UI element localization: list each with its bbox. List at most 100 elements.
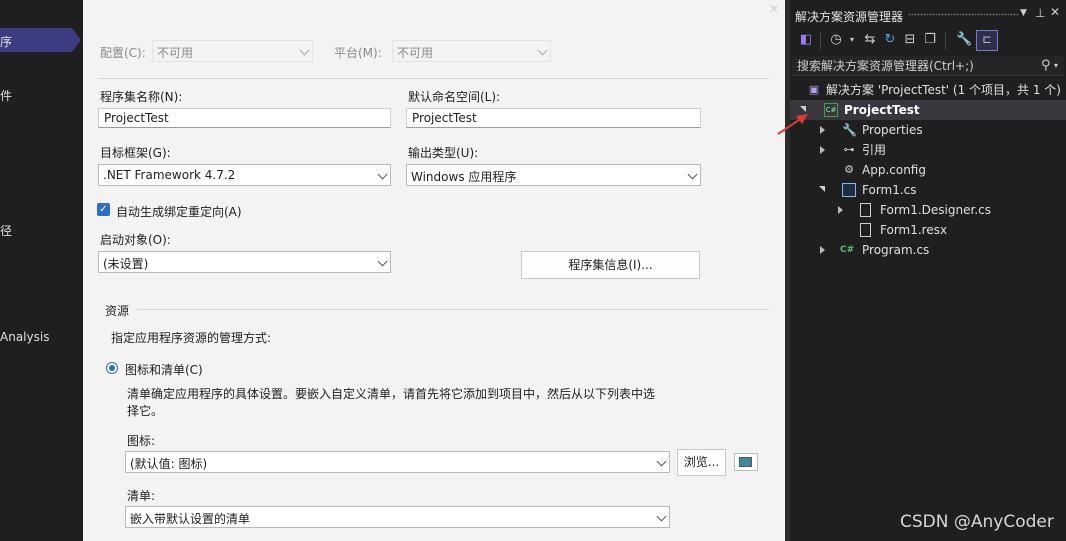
target-framework-dropdown[interactable]: .NET Framework 4.7.2 — [98, 164, 391, 186]
close-icon[interactable]: ✕ — [1050, 5, 1060, 19]
chevron-down-icon — [656, 511, 667, 522]
dropdown-menu-icon[interactable]: ▼ — [1020, 8, 1027, 18]
assembly-name-label: 程序集名称(N): — [100, 90, 183, 104]
properties-wrench-icon[interactable]: 🔧 — [956, 32, 972, 48]
file-icon — [860, 223, 871, 237]
tree-properties-node[interactable]: 🔧 Properties — [790, 120, 1066, 140]
config-file-icon: ⚙ — [844, 163, 854, 176]
manifest-help-line1: 清单确定应用程序的具体设置。要嵌入自定义清单，请首先将它添加到项目中，然后从以下… — [127, 387, 656, 401]
auto-binding-checkbox[interactable]: ✓ — [97, 203, 110, 216]
manifest-value: 嵌入带默认设置的清单 — [130, 512, 251, 526]
sync-icon[interactable]: ⇆ — [862, 32, 878, 48]
vs-switch-view-icon[interactable]: ◧ — [798, 32, 814, 48]
project-properties-panel: 配置(C): 不可用 平台(M): 不可用 程序集名称(N): ProjectT… — [83, 0, 785, 541]
assembly-info-button[interactable]: 程序集信息(I)... — [521, 251, 700, 279]
title-grip — [908, 13, 1018, 16]
output-type-dropdown[interactable]: Windows 应用程序 — [406, 164, 701, 186]
close-icon[interactable]: ✕ — [769, 2, 779, 16]
solution-search-input[interactable]: 搜索解决方案资源管理器(Ctrl+;) — [792, 56, 1064, 76]
default-namespace-input[interactable]: ProjectTest — [406, 108, 701, 128]
tree-form1-designer-node[interactable]: Form1.Designer.cs — [790, 200, 1066, 220]
chevron-down-icon — [687, 169, 698, 180]
manifest-dropdown[interactable]: 嵌入带默认设置的清单 — [125, 506, 670, 528]
history-icon[interactable]: ◷ — [828, 32, 844, 48]
file-icon — [860, 203, 871, 217]
chevron-down-icon — [377, 256, 388, 267]
config-dropdown[interactable]: 不可用 — [152, 40, 313, 62]
tree-form1-designer-label: Form1.Designer.cs — [880, 203, 991, 217]
output-type-value: Windows 应用程序 — [411, 170, 517, 184]
platform-dropdown[interactable]: 不可用 — [392, 40, 551, 62]
toolbar-separator — [820, 32, 821, 50]
tree-project-node[interactable]: C# ProjectTest — [790, 100, 1066, 120]
chevron-down-icon — [537, 45, 548, 56]
assembly-name-input[interactable]: ProjectTest — [98, 108, 391, 128]
tree-form1-label: Form1.cs — [862, 183, 917, 197]
chevron-down-icon — [656, 456, 667, 467]
icon-dropdown[interactable]: (默认值: 图标) — [125, 451, 670, 473]
resources-header: 资源 — [105, 304, 130, 318]
chevron-down-icon[interactable]: ▾ — [844, 32, 860, 48]
search-icon[interactable]: ⚲ — [1041, 58, 1051, 73]
tree-form1-resx-label: Form1.resx — [880, 223, 948, 237]
tree-solution-label: 解决方案 'ProjectTest' (1 个项目，共 1 个) — [826, 83, 1061, 97]
tree-appconfig-label: App.config — [862, 163, 926, 177]
output-type-label: 输出类型(U): — [408, 146, 479, 160]
refresh-icon[interactable]: ↻ — [882, 32, 898, 48]
collapse-all-icon[interactable]: ⊟ — [902, 32, 918, 48]
nav-selected-pointer — [72, 28, 81, 52]
tree-appconfig-node[interactable]: ⚙ App.config — [790, 160, 1066, 180]
tree-references-node[interactable]: ⊶ 引用 — [790, 140, 1066, 160]
manifest-help-line2: 择它。 — [127, 404, 164, 418]
startup-object-dropdown[interactable]: (未设置) — [98, 251, 391, 273]
nav-item-code-analysis[interactable]: Analysis — [0, 330, 49, 344]
config-label: 配置(C): — [100, 46, 146, 60]
show-all-files-icon[interactable]: ❐ — [922, 32, 938, 48]
auto-binding-label: 自动生成绑定重定向(A) — [116, 205, 242, 219]
resources-divider — [137, 309, 769, 310]
toolbar-separator — [945, 32, 946, 50]
chevron-down-icon — [299, 45, 310, 56]
nav-item-application[interactable]: 序 — [0, 33, 12, 50]
startup-object-label: 启动对象(O): — [100, 233, 171, 247]
tree-program-label: Program.cs — [862, 243, 930, 257]
icon-label: 图标: — [127, 434, 156, 448]
tree-form1-node[interactable]: Form1.cs — [790, 180, 1066, 200]
tree-program-node[interactable]: C# Program.cs — [790, 240, 1066, 260]
tree-solution-node[interactable]: ▣ 解决方案 'ProjectTest' (1 个项目，共 1 个) — [790, 80, 1066, 100]
chevron-down-icon — [377, 169, 388, 180]
form-icon — [842, 183, 856, 197]
csharp-project-icon: C# — [824, 103, 838, 117]
left-navigation: 序 件 径 Analysis — [0, 0, 83, 541]
window-icon — [739, 457, 752, 467]
nav-item-build-events[interactable]: 件 — [0, 87, 12, 104]
solution-explorer: 解决方案资源管理器 ▼ ⊥ ✕ ◧ ◷ ▾ ⇆ ↻ ⊟ ❐ 🔧 ⊏ 搜索解决方案… — [790, 0, 1066, 541]
chevron-down-icon[interactable]: ▾ — [1054, 61, 1058, 70]
browse-button[interactable]: 浏览... — [677, 449, 726, 476]
platform-label: 平台(M): — [334, 46, 382, 60]
expanded-arrow-icon[interactable] — [819, 186, 825, 192]
solution-toolbar: ◧ ◷ ▾ ⇆ ↻ ⊟ ❐ 🔧 ⊏ — [790, 28, 1066, 54]
tree-project-label: ProjectTest — [844, 103, 920, 117]
pin-icon[interactable]: ⊥ — [1035, 6, 1045, 20]
tree-form1-resx-node[interactable]: Form1.resx — [790, 220, 1066, 240]
collapsed-arrow-icon[interactable] — [838, 206, 843, 214]
resources-description: 指定应用程序资源的管理方式: — [111, 331, 272, 345]
solution-icon: ▣ — [808, 83, 820, 96]
target-framework-value: .NET Framework 4.7.2 — [103, 168, 236, 182]
tree-properties-label: Properties — [862, 123, 923, 137]
default-namespace-label: 默认命名空间(L): — [408, 90, 501, 104]
icon-manifest-radio[interactable] — [106, 362, 118, 374]
config-value: 不可用 — [157, 46, 194, 60]
preview-selected-icon[interactable]: ⊏ — [976, 30, 998, 51]
icon-value: (默认值: 图标) — [130, 457, 208, 471]
collapsed-arrow-icon[interactable] — [820, 126, 825, 134]
solution-explorer-title: 解决方案资源管理器 — [795, 10, 904, 24]
target-framework-label: 目标框架(G): — [100, 146, 171, 160]
platform-value: 不可用 — [397, 46, 434, 60]
collapsed-arrow-icon[interactable] — [820, 146, 825, 154]
watermark: CSDN @AnyCoder — [900, 512, 1054, 532]
collapsed-arrow-icon[interactable] — [820, 246, 825, 254]
icon-manifest-radio-label: 图标和清单(C) — [125, 363, 203, 377]
nav-item-reference-paths[interactable]: 径 — [0, 222, 12, 239]
